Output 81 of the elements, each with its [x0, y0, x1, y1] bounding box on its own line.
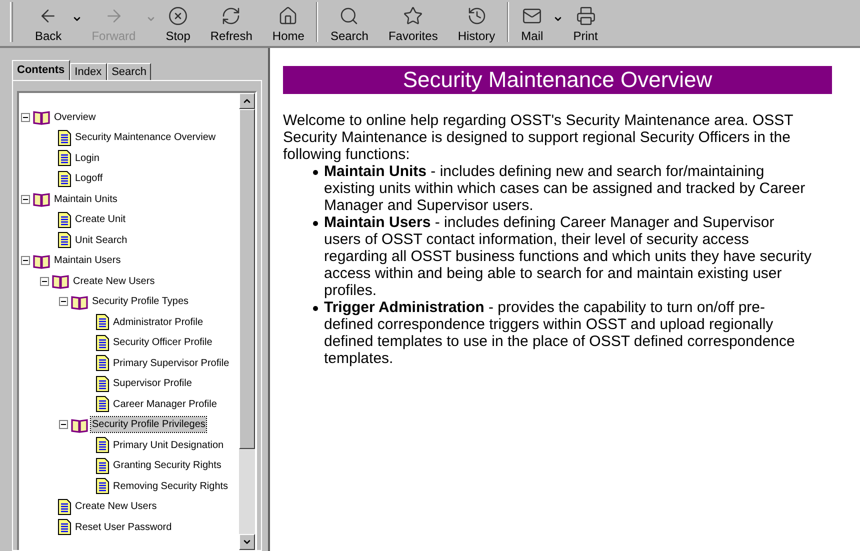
page-icon [58, 232, 71, 248]
tree-item[interactable]: Security Officer Profile [112, 335, 214, 350]
tree-item[interactable]: Logoff [74, 171, 104, 186]
page-icon [96, 355, 109, 372]
home-icon [278, 6, 298, 26]
tree-item[interactable]: Overview [53, 110, 97, 125]
collapse-toggle-icon[interactable] [21, 194, 30, 204]
pane-tab[interactable]: Index [70, 63, 107, 80]
page-icon [96, 437, 109, 454]
page-icon [96, 458, 109, 474]
tree-item[interactable]: Primary Unit Designation [112, 438, 225, 453]
dropdown-caret-icon[interactable] [72, 14, 82, 24]
refresh-icon [221, 6, 242, 26]
page-title: Security Maintenance Overview [283, 66, 832, 94]
book-icon [71, 294, 88, 310]
tree-item[interactable]: Login [74, 150, 100, 166]
history-icon [466, 6, 486, 26]
tree-item[interactable]: Security Profile Privileges [91, 417, 206, 432]
tree-item[interactable]: Removing Security Rights [112, 478, 230, 494]
tree-item[interactable]: Security Profile Types [91, 294, 190, 310]
search-icon [339, 6, 360, 26]
mail-icon [522, 6, 542, 26]
tree-item[interactable]: Supervisor Profile [112, 376, 193, 392]
page-icon [96, 334, 109, 351]
toolbar-button[interactable]: Mail [511, 2, 554, 43]
bullet-icon [313, 170, 318, 175]
toolbar-button[interactable]: Refresh [200, 2, 262, 43]
collapse-toggle-icon[interactable] [40, 276, 49, 286]
tree-item[interactable]: Maintain Users [53, 253, 122, 268]
page-icon [96, 376, 109, 392]
tree-item[interactable]: Security Maintenance Overview [74, 130, 217, 146]
tree-item[interactable]: Primary Supervisor Profile [112, 356, 230, 371]
book-icon [33, 191, 50, 208]
page-icon [58, 498, 71, 515]
tree-item[interactable]: Reset User Password [74, 520, 173, 535]
book-icon [52, 273, 69, 290]
star-icon [403, 6, 424, 26]
intro-paragraph: Welcome to online help regarding OSST's Security Maintenance area. OSST Security Maintenance is designed to support regional Security Officers in the following functions: [283, 112, 794, 163]
tree-item[interactable]: Career Manager Profile [112, 396, 218, 412]
stop-icon [168, 6, 188, 26]
page-icon [58, 170, 71, 187]
toolbar-button[interactable]: Back [25, 2, 72, 43]
dropdown-caret-icon[interactable] [553, 14, 564, 24]
tree-item[interactable]: Create Unit [74, 212, 127, 228]
toolbar-button[interactable]: Stop [156, 2, 200, 43]
toolbar-button[interactable]: History [448, 2, 506, 43]
book-icon [33, 252, 50, 269]
tree-item[interactable]: Create New Users [74, 499, 158, 514]
book-icon [33, 109, 50, 126]
tree-item[interactable]: Maintain Units [53, 192, 118, 207]
collapse-toggle-icon[interactable] [59, 297, 68, 306]
collapse-toggle-icon[interactable] [21, 112, 30, 122]
collapse-toggle-icon[interactable] [21, 256, 30, 266]
collapse-toggle-icon[interactable] [59, 420, 68, 430]
bullet-text: Trigger Administration - provides the capability to turn on/off pre-defined correspondence triggers within OSST and upload regionally defined templates to use in the place of OSST defined correspondence templates. [324, 299, 796, 367]
bullet-icon [313, 306, 318, 311]
tree-item[interactable]: Granting Security Rights [112, 458, 222, 474]
bullet-text: Maintain Units - includes defining new and search for/maintaining existing units within which cases can be assigned and tracked by Career Manager and Supervisor users. [324, 163, 806, 214]
page-icon [96, 314, 109, 330]
toolbar-button[interactable]: Home [262, 2, 314, 43]
page-icon [58, 212, 71, 228]
tree-item[interactable]: Unit Search [74, 232, 128, 248]
book-icon [71, 416, 88, 433]
page-icon [58, 519, 71, 536]
page-icon [96, 396, 109, 412]
toolbar-button[interactable]: Favorites [378, 2, 448, 43]
toolbar-button[interactable]: Search [320, 2, 378, 43]
scrollbar[interactable] [239, 93, 255, 550]
pane-tab[interactable]: Contents [12, 60, 70, 80]
tree-item[interactable]: Create New Users [72, 274, 156, 289]
tree-item[interactable]: Administrator Profile [112, 314, 204, 330]
scroll-down-icon[interactable] [242, 537, 252, 547]
pane-tab[interactable]: Search [106, 63, 152, 80]
printer-icon [576, 6, 596, 26]
bullet-icon [313, 221, 318, 226]
page-icon [96, 478, 109, 494]
scroll-up-icon[interactable] [242, 96, 252, 106]
page-icon [58, 150, 71, 166]
bullet-text: Maintain Users - includes defining Career Manager and Supervisor users of OSST contact information, their level of security access regarding all OSST business functions and which units they have security access within and being able to search for and maintain existing user profiles. [324, 214, 812, 299]
page-icon [58, 130, 71, 146]
toolbar-button[interactable]: Print [563, 2, 608, 43]
